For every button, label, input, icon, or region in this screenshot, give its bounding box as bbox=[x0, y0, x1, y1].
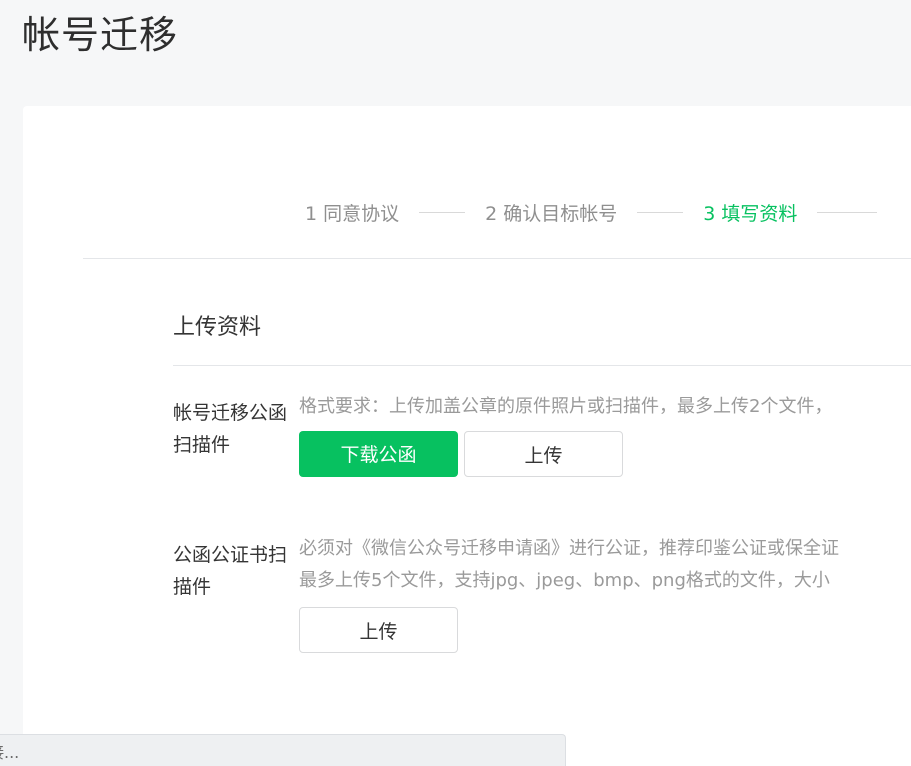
field-tip-notarization-line1: 必须对《微信公众号迁移申请函》进行公证，推荐印鉴公证或保全证 bbox=[299, 538, 839, 559]
steps-divider bbox=[83, 258, 911, 259]
status-bar-text: 接... bbox=[0, 743, 20, 762]
step-confirm-target-account: 2 确认目标帐号 bbox=[485, 202, 618, 225]
field-tip-migration-letter: 格式要求：上传加盖公章的原件照片或扫描件，最多上传2个文件， bbox=[299, 396, 833, 417]
field-label-migration-letter: 帐号迁移公函扫描件 bbox=[173, 402, 288, 456]
step-indicator: 1 同意协议 2 确认目标帐号 3 填写资料 bbox=[305, 198, 878, 226]
field-label-notarization: 公函公证书扫描件 bbox=[173, 544, 288, 598]
download-letter-button[interactable]: 下载公函 bbox=[299, 431, 458, 477]
section-title: 上传资料 bbox=[173, 315, 262, 340]
field-tip-notarization-line2: 最多上传5个文件，支持jpg、jpeg、bmp、png格式的文件，大小 bbox=[299, 570, 830, 591]
step-fill-materials: 3 填写资料 bbox=[703, 202, 798, 225]
upload-notarization-button[interactable]: 上传 bbox=[299, 607, 458, 653]
step-connector bbox=[817, 211, 878, 213]
upload-letter-button[interactable]: 上传 bbox=[464, 431, 623, 477]
page-title: 帐号迁移 bbox=[22, 13, 179, 57]
browser-status-bar: 接... bbox=[0, 734, 566, 766]
step-connector bbox=[419, 211, 466, 213]
section-divider bbox=[173, 365, 911, 366]
step-agree-terms: 1 同意协议 bbox=[305, 202, 400, 225]
step-connector bbox=[637, 211, 684, 213]
